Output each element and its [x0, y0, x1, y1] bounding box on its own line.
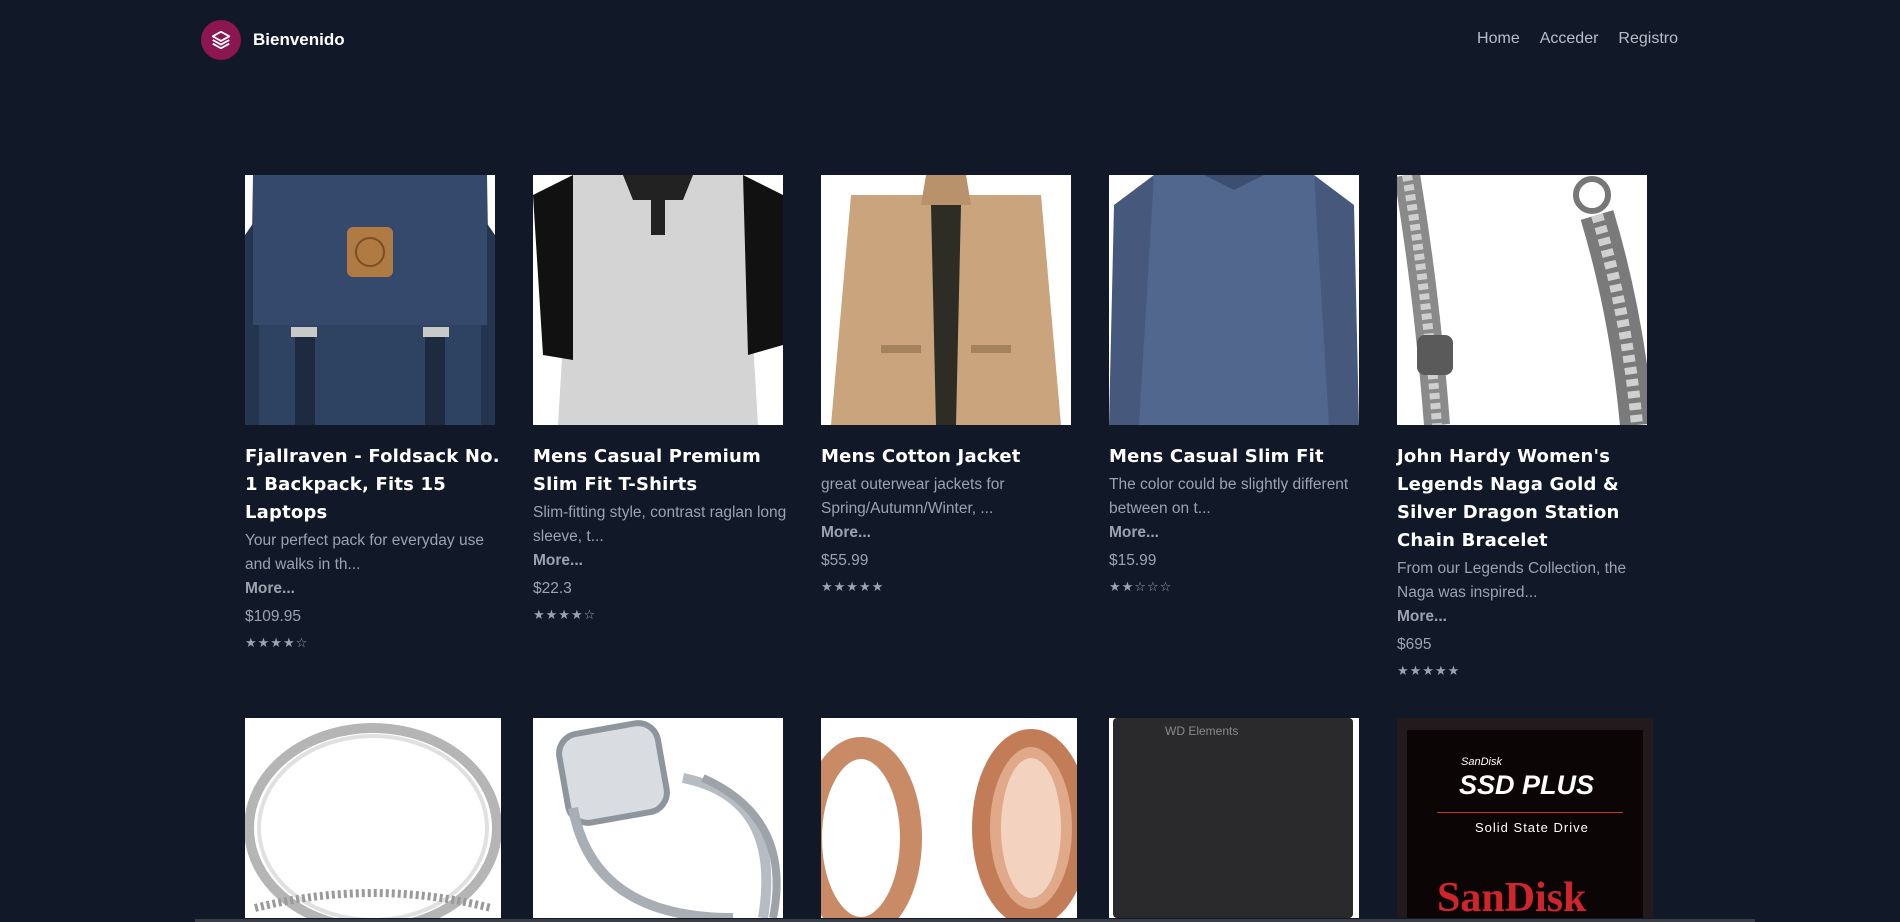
product-image-ring[interactable]: [245, 718, 501, 918]
product-title[interactable]: Fjallraven - Foldsack No. 1 Backpack, Fi…: [245, 443, 505, 527]
product-title[interactable]: Mens Casual Slim Fit: [1109, 443, 1369, 471]
product-card[interactable]: SanDisk SSD PLUS Solid State Drive SanDi…: [1397, 718, 1657, 918]
more-link[interactable]: More...: [533, 549, 793, 573]
brand[interactable]: Bienvenido: [201, 20, 345, 60]
product-description: From our Legends Collection, the Naga wa…: [1397, 560, 1627, 601]
product-card[interactable]: Mens Casual Slim Fit The color could be …: [1109, 175, 1369, 597]
product-card[interactable]: John Hardy Women's Legends Naga Gold & S…: [1397, 175, 1657, 681]
more-link[interactable]: More...: [1397, 605, 1657, 629]
product-image-slim-fit[interactable]: [1109, 175, 1359, 425]
product-title[interactable]: John Hardy Women's Legends Naga Gold & S…: [1397, 443, 1657, 555]
product-price: $109.95: [245, 608, 302, 625]
nav-register-link[interactable]: Registro: [1618, 30, 1678, 48]
divider: [1437, 812, 1623, 813]
product-title[interactable]: Mens Cotton Jacket: [821, 443, 1081, 471]
product-image-plugs[interactable]: [821, 718, 1077, 918]
product-image-tshirt[interactable]: [533, 175, 783, 425]
more-link[interactable]: More...: [1109, 521, 1369, 545]
product-price: $15.99: [1109, 552, 1157, 569]
product-card[interactable]: [245, 718, 505, 918]
product-description: great outerwear jackets for Spring/Autum…: [821, 476, 1005, 517]
ssd-title: SSD PLUS: [1459, 770, 1595, 800]
product-image-jacket[interactable]: [821, 175, 1071, 425]
product-description: The color could be slightly different be…: [1109, 476, 1349, 517]
product-description: Your perfect pack for everyday use and w…: [245, 532, 484, 573]
product-image-backpack[interactable]: [245, 175, 495, 425]
ssd-brand-small: SanDisk: [1461, 756, 1502, 768]
nav-login-link[interactable]: Acceder: [1540, 30, 1599, 48]
product-image-diamond-ring[interactable]: [533, 718, 783, 918]
product-title[interactable]: Mens Casual Premium Slim Fit T-Shirts: [533, 443, 793, 499]
product-image-bracelet[interactable]: [1397, 175, 1647, 425]
rating-stars: ★★★★☆: [533, 607, 597, 622]
product-image-ssd[interactable]: SanDisk SSD PLUS Solid State Drive SanDi…: [1397, 718, 1653, 918]
ssd-brand-large: SanDisk: [1437, 875, 1587, 918]
product-card[interactable]: Fjallraven - Foldsack No. 1 Backpack, Fi…: [245, 175, 505, 653]
product-image-hdd[interactable]: WD Elements: [1109, 718, 1359, 918]
nav-menu: Home Acceder Registro: [1477, 30, 1678, 48]
brand-name: Bienvenido: [253, 30, 345, 49]
product-card[interactable]: [821, 718, 1081, 918]
product-card[interactable]: Mens Cotton Jacket great outerwear jacke…: [821, 175, 1081, 597]
ssd-subtitle: Solid State Drive: [1475, 820, 1589, 835]
top-navbar: Bienvenido Home Acceder Registro: [0, 0, 1900, 80]
hdd-label: WD Elements: [1165, 724, 1239, 738]
product-card[interactable]: WD Elements: [1109, 718, 1369, 918]
rating-stars: ★★☆☆☆: [1109, 579, 1173, 594]
product-price: $22.3: [533, 580, 572, 597]
more-link[interactable]: More...: [245, 577, 505, 601]
product-price: $55.99: [821, 552, 869, 569]
more-link[interactable]: More...: [821, 521, 1081, 545]
nav-home-link[interactable]: Home: [1477, 30, 1520, 48]
product-card[interactable]: Mens Casual Premium Slim Fit T-Shirts Sl…: [533, 175, 793, 625]
rating-stars: ★★★★★: [1397, 663, 1461, 678]
rating-stars: ★★★★★: [821, 579, 885, 594]
rating-stars: ★★★★☆: [245, 635, 309, 650]
layers-icon: [201, 20, 241, 60]
product-description: Slim-fitting style, contrast raglan long…: [533, 504, 787, 545]
product-card[interactable]: [533, 718, 793, 918]
product-price: $695: [1397, 636, 1432, 653]
